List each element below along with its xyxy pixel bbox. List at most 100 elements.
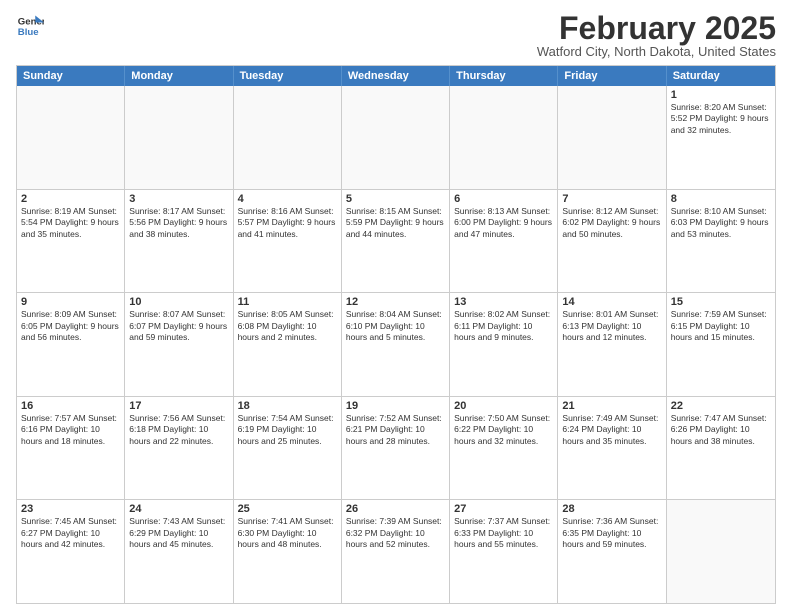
day-info: Sunrise: 8:02 AM Sunset: 6:11 PM Dayligh…	[454, 309, 553, 343]
weekday-header: Thursday	[450, 66, 558, 86]
weekday-header: Tuesday	[234, 66, 342, 86]
day-number: 11	[238, 296, 337, 308]
calendar-row: 16Sunrise: 7:57 AM Sunset: 6:16 PM Dayli…	[17, 396, 775, 500]
calendar-day-cell: 12Sunrise: 8:04 AM Sunset: 6:10 PM Dayli…	[342, 293, 450, 396]
calendar-day-cell: 3Sunrise: 8:17 AM Sunset: 5:56 PM Daylig…	[125, 190, 233, 293]
empty-cell	[450, 86, 558, 189]
calendar-row: 2Sunrise: 8:19 AM Sunset: 5:54 PM Daylig…	[17, 189, 775, 293]
day-number: 9	[21, 296, 120, 308]
calendar-day-cell: 9Sunrise: 8:09 AM Sunset: 6:05 PM Daylig…	[17, 293, 125, 396]
day-number: 24	[129, 503, 228, 515]
calendar-row: 1Sunrise: 8:20 AM Sunset: 5:52 PM Daylig…	[17, 86, 775, 189]
day-info: Sunrise: 7:56 AM Sunset: 6:18 PM Dayligh…	[129, 413, 228, 447]
day-info: Sunrise: 7:41 AM Sunset: 6:30 PM Dayligh…	[238, 516, 337, 550]
day-info: Sunrise: 7:52 AM Sunset: 6:21 PM Dayligh…	[346, 413, 445, 447]
calendar-day-cell: 11Sunrise: 8:05 AM Sunset: 6:08 PM Dayli…	[234, 293, 342, 396]
day-number: 19	[346, 400, 445, 412]
day-info: Sunrise: 7:50 AM Sunset: 6:22 PM Dayligh…	[454, 413, 553, 447]
calendar-day-cell: 19Sunrise: 7:52 AM Sunset: 6:21 PM Dayli…	[342, 397, 450, 500]
day-info: Sunrise: 7:57 AM Sunset: 6:16 PM Dayligh…	[21, 413, 120, 447]
day-number: 22	[671, 400, 771, 412]
day-info: Sunrise: 7:45 AM Sunset: 6:27 PM Dayligh…	[21, 516, 120, 550]
day-number: 23	[21, 503, 120, 515]
day-number: 27	[454, 503, 553, 515]
calendar-day-cell: 23Sunrise: 7:45 AM Sunset: 6:27 PM Dayli…	[17, 500, 125, 603]
calendar-day-cell: 21Sunrise: 7:49 AM Sunset: 6:24 PM Dayli…	[558, 397, 666, 500]
day-number: 20	[454, 400, 553, 412]
day-info: Sunrise: 7:47 AM Sunset: 6:26 PM Dayligh…	[671, 413, 771, 447]
calendar-day-cell: 10Sunrise: 8:07 AM Sunset: 6:07 PM Dayli…	[125, 293, 233, 396]
day-number: 8	[671, 193, 771, 205]
day-number: 15	[671, 296, 771, 308]
day-info: Sunrise: 8:04 AM Sunset: 6:10 PM Dayligh…	[346, 309, 445, 343]
calendar: SundayMondayTuesdayWednesdayThursdayFrid…	[16, 65, 776, 604]
calendar-day-cell: 18Sunrise: 7:54 AM Sunset: 6:19 PM Dayli…	[234, 397, 342, 500]
empty-cell	[125, 86, 233, 189]
day-number: 25	[238, 503, 337, 515]
day-number: 12	[346, 296, 445, 308]
calendar-day-cell: 25Sunrise: 7:41 AM Sunset: 6:30 PM Dayli…	[234, 500, 342, 603]
day-info: Sunrise: 7:49 AM Sunset: 6:24 PM Dayligh…	[562, 413, 661, 447]
day-info: Sunrise: 8:10 AM Sunset: 6:03 PM Dayligh…	[671, 206, 771, 240]
page: General Blue February 2025 Watford City,…	[0, 0, 792, 612]
calendar-day-cell: 15Sunrise: 7:59 AM Sunset: 6:15 PM Dayli…	[667, 293, 775, 396]
calendar-day-cell: 13Sunrise: 8:02 AM Sunset: 6:11 PM Dayli…	[450, 293, 558, 396]
day-info: Sunrise: 8:13 AM Sunset: 6:00 PM Dayligh…	[454, 206, 553, 240]
calendar-body: 1Sunrise: 8:20 AM Sunset: 5:52 PM Daylig…	[17, 86, 775, 603]
calendar-day-cell: 20Sunrise: 7:50 AM Sunset: 6:22 PM Dayli…	[450, 397, 558, 500]
day-number: 28	[562, 503, 661, 515]
month-title: February 2025	[537, 12, 776, 44]
calendar-day-cell: 4Sunrise: 8:16 AM Sunset: 5:57 PM Daylig…	[234, 190, 342, 293]
day-info: Sunrise: 8:07 AM Sunset: 6:07 PM Dayligh…	[129, 309, 228, 343]
empty-cell	[558, 86, 666, 189]
header: General Blue February 2025 Watford City,…	[16, 12, 776, 59]
day-info: Sunrise: 8:16 AM Sunset: 5:57 PM Dayligh…	[238, 206, 337, 240]
day-number: 4	[238, 193, 337, 205]
day-number: 13	[454, 296, 553, 308]
calendar-day-cell: 27Sunrise: 7:37 AM Sunset: 6:33 PM Dayli…	[450, 500, 558, 603]
day-number: 3	[129, 193, 228, 205]
calendar-day-cell: 7Sunrise: 8:12 AM Sunset: 6:02 PM Daylig…	[558, 190, 666, 293]
day-info: Sunrise: 7:39 AM Sunset: 6:32 PM Dayligh…	[346, 516, 445, 550]
calendar-day-cell: 1Sunrise: 8:20 AM Sunset: 5:52 PM Daylig…	[667, 86, 775, 189]
empty-cell	[667, 500, 775, 603]
day-number: 16	[21, 400, 120, 412]
day-info: Sunrise: 7:54 AM Sunset: 6:19 PM Dayligh…	[238, 413, 337, 447]
weekday-header: Saturday	[667, 66, 775, 86]
day-info: Sunrise: 8:20 AM Sunset: 5:52 PM Dayligh…	[671, 102, 771, 136]
day-info: Sunrise: 7:59 AM Sunset: 6:15 PM Dayligh…	[671, 309, 771, 343]
day-number: 10	[129, 296, 228, 308]
calendar-day-cell: 6Sunrise: 8:13 AM Sunset: 6:00 PM Daylig…	[450, 190, 558, 293]
logo-icon: General Blue	[16, 12, 44, 40]
day-info: Sunrise: 8:01 AM Sunset: 6:13 PM Dayligh…	[562, 309, 661, 343]
day-info: Sunrise: 8:05 AM Sunset: 6:08 PM Dayligh…	[238, 309, 337, 343]
calendar-day-cell: 22Sunrise: 7:47 AM Sunset: 6:26 PM Dayli…	[667, 397, 775, 500]
calendar-day-cell: 16Sunrise: 7:57 AM Sunset: 6:16 PM Dayli…	[17, 397, 125, 500]
calendar-day-cell: 5Sunrise: 8:15 AM Sunset: 5:59 PM Daylig…	[342, 190, 450, 293]
day-info: Sunrise: 7:43 AM Sunset: 6:29 PM Dayligh…	[129, 516, 228, 550]
logo: General Blue	[16, 12, 44, 40]
empty-cell	[17, 86, 125, 189]
day-info: Sunrise: 8:15 AM Sunset: 5:59 PM Dayligh…	[346, 206, 445, 240]
day-number: 5	[346, 193, 445, 205]
day-number: 18	[238, 400, 337, 412]
day-info: Sunrise: 8:19 AM Sunset: 5:54 PM Dayligh…	[21, 206, 120, 240]
day-info: Sunrise: 8:09 AM Sunset: 6:05 PM Dayligh…	[21, 309, 120, 343]
calendar-day-cell: 14Sunrise: 8:01 AM Sunset: 6:13 PM Dayli…	[558, 293, 666, 396]
day-info: Sunrise: 8:12 AM Sunset: 6:02 PM Dayligh…	[562, 206, 661, 240]
calendar-day-cell: 17Sunrise: 7:56 AM Sunset: 6:18 PM Dayli…	[125, 397, 233, 500]
svg-text:Blue: Blue	[18, 27, 39, 38]
day-info: Sunrise: 8:17 AM Sunset: 5:56 PM Dayligh…	[129, 206, 228, 240]
empty-cell	[342, 86, 450, 189]
day-number: 17	[129, 400, 228, 412]
weekday-header: Friday	[558, 66, 666, 86]
calendar-day-cell: 8Sunrise: 8:10 AM Sunset: 6:03 PM Daylig…	[667, 190, 775, 293]
calendar-day-cell: 2Sunrise: 8:19 AM Sunset: 5:54 PM Daylig…	[17, 190, 125, 293]
calendar-day-cell: 26Sunrise: 7:39 AM Sunset: 6:32 PM Dayli…	[342, 500, 450, 603]
calendar-row: 23Sunrise: 7:45 AM Sunset: 6:27 PM Dayli…	[17, 499, 775, 603]
day-info: Sunrise: 7:36 AM Sunset: 6:35 PM Dayligh…	[562, 516, 661, 550]
weekday-header: Monday	[125, 66, 233, 86]
calendar-header: SundayMondayTuesdayWednesdayThursdayFrid…	[17, 66, 775, 86]
title-section: February 2025 Watford City, North Dakota…	[537, 12, 776, 59]
calendar-day-cell: 28Sunrise: 7:36 AM Sunset: 6:35 PM Dayli…	[558, 500, 666, 603]
